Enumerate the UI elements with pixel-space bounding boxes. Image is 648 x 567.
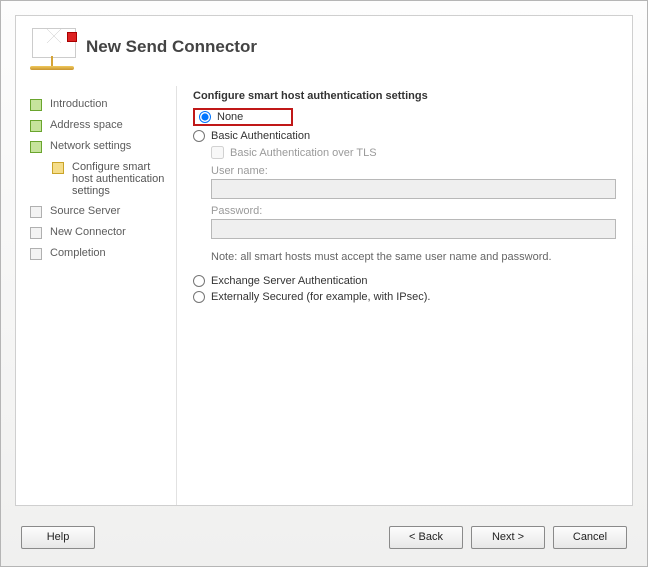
step-network-settings[interactable]: Network settings bbox=[30, 140, 170, 153]
password-label: Password: bbox=[211, 205, 616, 217]
wizard-sidebar: Introduction Address space Network setti… bbox=[16, 86, 176, 505]
step-configure-smart-host-auth[interactable]: Configure smart host authentication sett… bbox=[52, 161, 170, 197]
radio-exchange[interactable] bbox=[193, 275, 205, 287]
step-status-icon bbox=[30, 99, 42, 111]
step-address-space[interactable]: Address space bbox=[30, 119, 170, 132]
step-completion[interactable]: Completion bbox=[30, 247, 170, 260]
radio-exchange-row: Exchange Server Authentication bbox=[193, 275, 616, 287]
step-label: Source Server bbox=[50, 205, 120, 217]
step-status-icon bbox=[30, 248, 42, 260]
step-status-icon bbox=[52, 162, 64, 174]
step-introduction[interactable]: Introduction bbox=[30, 98, 170, 111]
page-title: New Send Connector bbox=[86, 37, 257, 57]
section-title: Configure smart host authentication sett… bbox=[193, 90, 616, 102]
step-status-icon bbox=[30, 227, 42, 239]
password-field[interactable] bbox=[211, 219, 616, 239]
radio-external-label: Externally Secured (for example, with IP… bbox=[211, 291, 430, 303]
username-label: User name: bbox=[211, 165, 616, 177]
username-field[interactable] bbox=[211, 179, 616, 199]
checkbox-basic-tls-row: Basic Authentication over TLS bbox=[211, 146, 616, 159]
step-status-icon bbox=[30, 141, 42, 153]
radio-basic-label: Basic Authentication bbox=[211, 130, 310, 142]
radio-none[interactable] bbox=[199, 111, 211, 123]
step-label: Network settings bbox=[50, 140, 131, 152]
step-label: New Connector bbox=[50, 226, 126, 238]
step-label: Configure smart host authentication sett… bbox=[72, 161, 170, 197]
step-status-icon bbox=[30, 206, 42, 218]
step-label: Completion bbox=[50, 247, 106, 259]
step-status-icon bbox=[30, 120, 42, 132]
checkbox-basic-tls-label: Basic Authentication over TLS bbox=[230, 147, 377, 159]
radio-none-row: None bbox=[193, 108, 616, 126]
wizard-content: Configure smart host authentication sett… bbox=[177, 86, 632, 505]
mail-connector-icon bbox=[28, 28, 76, 72]
step-source-server[interactable]: Source Server bbox=[30, 205, 170, 218]
wizard-inner-panel: New Send Connector Introduction Address … bbox=[15, 15, 633, 506]
step-label: Address space bbox=[50, 119, 123, 131]
checkbox-basic-tls[interactable] bbox=[211, 146, 224, 159]
highlight-box: None bbox=[193, 108, 293, 126]
radio-external[interactable] bbox=[193, 291, 205, 303]
radio-basic[interactable] bbox=[193, 130, 205, 142]
wizard-footer: Help < Back Next > Cancel bbox=[1, 508, 647, 566]
radio-external-row: Externally Secured (for example, with IP… bbox=[193, 291, 616, 303]
help-button[interactable]: Help bbox=[21, 526, 95, 549]
radio-exchange-label: Exchange Server Authentication bbox=[211, 275, 368, 287]
wizard-header: New Send Connector bbox=[16, 16, 632, 84]
radio-none-label: None bbox=[217, 111, 243, 123]
note-text: Note: all smart hosts must accept the sa… bbox=[211, 251, 616, 263]
cancel-button[interactable]: Cancel bbox=[553, 526, 627, 549]
step-label: Introduction bbox=[50, 98, 107, 110]
back-button[interactable]: < Back bbox=[389, 526, 463, 549]
radio-basic-row: Basic Authentication bbox=[193, 130, 616, 142]
wizard-window: New Send Connector Introduction Address … bbox=[0, 0, 648, 567]
step-new-connector[interactable]: New Connector bbox=[30, 226, 170, 239]
next-button[interactable]: Next > bbox=[471, 526, 545, 549]
